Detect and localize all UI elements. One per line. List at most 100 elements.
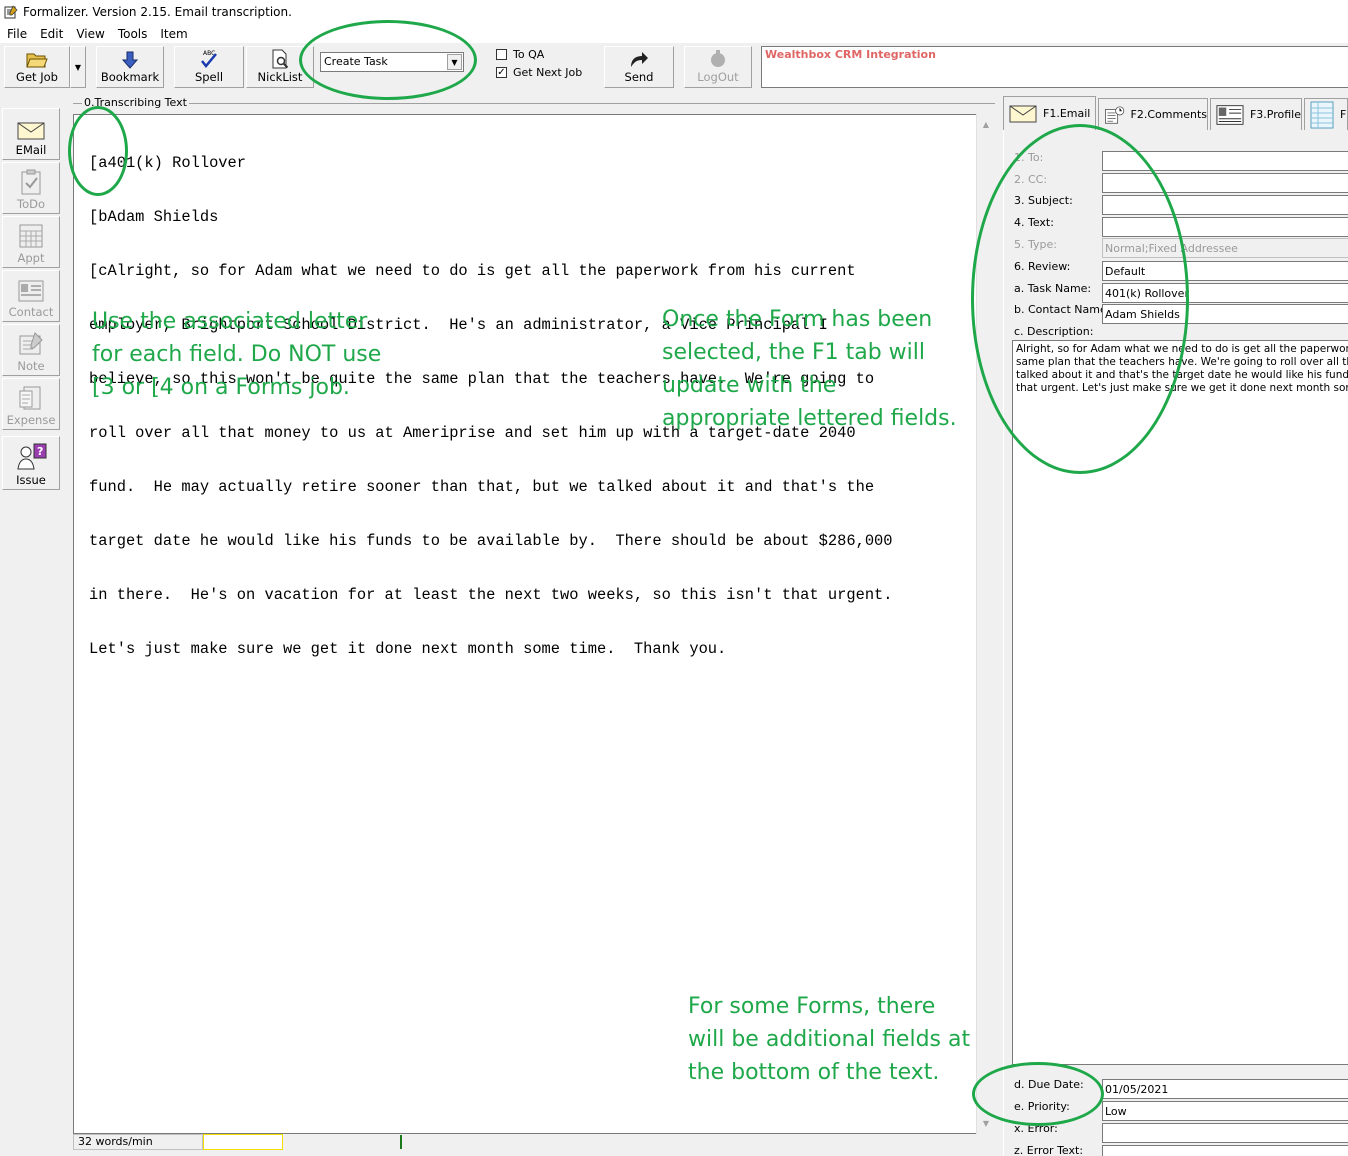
checkmark-icon[interactable]: ✓ [496, 67, 507, 78]
tab-f3-label: F3.Profile [1249, 108, 1301, 121]
tab-f2-comments[interactable]: F2.Comments [1098, 98, 1208, 130]
editor-line: in there. He's on vacation for at least … [89, 586, 893, 604]
menu-file[interactable]: File [0, 27, 33, 41]
menu-tools[interactable]: Tools [111, 27, 154, 41]
receipt-icon [19, 386, 41, 410]
editor-line: [cAlright, so for Adam what we need to d… [89, 262, 856, 280]
envelope-icon [17, 122, 45, 140]
appt-label: Appt [17, 251, 45, 265]
scroll-up-icon[interactable]: ▲ [977, 116, 995, 133]
tab-f4-label: F [1340, 108, 1347, 121]
expense-label: Expense [6, 413, 56, 427]
send-arrow-icon [631, 52, 648, 67]
email-label: EMail [15, 143, 47, 157]
svg-text:?: ? [37, 445, 43, 458]
calendar-icon [19, 224, 43, 248]
issue-button[interactable]: ? Issue [2, 436, 60, 490]
issue-label: Issue [16, 473, 46, 487]
note-button[interactable]: Note [2, 324, 60, 376]
folder-open-icon [26, 53, 48, 68]
bookmark-button[interactable]: Bookmark [96, 46, 164, 88]
get-job-button[interactable]: Get Job [4, 46, 70, 88]
todo-label: ToDo [17, 197, 45, 211]
spellcheck-icon: ABC [201, 50, 217, 68]
menu-edit[interactable]: Edit [33, 27, 69, 41]
priority-field[interactable]: Low [1102, 1101, 1348, 1121]
transcription-editor[interactable]: [a401(k) Rollover [bAdam Shields [cAlrig… [73, 114, 995, 1134]
dropdown-arrow-icon: ▼ [74, 62, 82, 72]
scroll-down-icon[interactable]: ▼ [977, 1115, 995, 1132]
annotation-line: the bottom of the text. [688, 1060, 940, 1085]
expense-button[interactable]: Expense [2, 378, 60, 430]
tab-f3-profile[interactable]: F3.Profile [1210, 98, 1302, 130]
get-next-job-label: Get Next Job [513, 66, 583, 79]
error-text-field[interactable] [1102, 1145, 1348, 1156]
menu-view[interactable]: View [69, 27, 110, 41]
annotation-line: for each field. Do NOT use [92, 342, 382, 367]
crm-integration-box: Wealthbox CRM Integration [761, 46, 1348, 88]
status-highlight-field [203, 1134, 283, 1150]
spell-button[interactable]: ABC Spell [174, 46, 244, 88]
annotation-line: will be additional fields at [688, 1027, 971, 1052]
app-icon [4, 5, 18, 19]
annotation-line: appropriate lettered fields. [662, 406, 957, 431]
window-title: Formalizer. Version 2.15. Email transcri… [23, 5, 292, 19]
menu-bar: File Edit View Tools Item [0, 24, 1348, 43]
highlight-ellipse-extra-fields [972, 1062, 1104, 1126]
annotation-line: For some Forms, there [688, 994, 936, 1019]
profile-card-icon [1216, 104, 1244, 125]
tab-f1-label: F1.Email [1043, 107, 1091, 120]
status-marker [400, 1135, 402, 1149]
annotation-line: selected, the F1 tab will [662, 340, 925, 365]
highlight-ellipse-form-fields [971, 124, 1189, 474]
get-job-dropdown[interactable]: ▼ [70, 46, 86, 88]
to-qa-label: To QA [513, 48, 545, 61]
tab-f2-label: F2.Comments [1130, 108, 1207, 121]
annotation-right: Once the Form has been selected, the F1 … [662, 303, 957, 435]
title-bar: Formalizer. Version 2.15. Email transcri… [0, 0, 1348, 24]
form-grid-icon [1310, 101, 1334, 128]
logout-label: LogOut [697, 70, 739, 84]
issue-question-icon: ? [17, 443, 47, 470]
words-per-minute: 32 words/min [73, 1134, 203, 1150]
editor-line: fund. He may actually retire sooner than… [89, 478, 875, 496]
annotation-line: [3 or [4 on a Forms job. [92, 375, 350, 400]
comments-clock-icon [1105, 105, 1125, 124]
crm-integration-label: Wealthbox CRM Integration [765, 48, 936, 61]
document-search-icon [272, 49, 289, 69]
annotation-left: Use the associated letter for each field… [92, 305, 381, 404]
bookmark-label: Bookmark [100, 70, 160, 84]
tab-f4[interactable]: F [1304, 98, 1348, 130]
editor-line: [bAdam Shields [89, 208, 219, 226]
menu-item[interactable]: Item [153, 27, 193, 41]
annotation-line: Use the associated letter [92, 309, 368, 334]
annotation-line: update with the [662, 373, 837, 398]
get-next-job-checkbox[interactable]: ✓ Get Next Job [496, 66, 582, 79]
contact-button[interactable]: Contact [2, 270, 60, 322]
highlight-ellipse-form-select [299, 20, 477, 100]
contact-card-icon [18, 280, 44, 302]
email-button[interactable]: EMail [2, 108, 60, 160]
send-button[interactable]: Send [604, 46, 674, 88]
editor-group-border [73, 103, 995, 104]
logout-icon [711, 50, 725, 67]
annotation-bottom: For some Forms, there will be additional… [688, 990, 970, 1089]
todo-button[interactable]: ToDo [2, 162, 60, 214]
envelope-icon [1009, 105, 1037, 122]
error-field[interactable] [1102, 1123, 1348, 1143]
note-label: Note [17, 359, 45, 373]
due-date-field[interactable]: 01/05/2021 [1102, 1079, 1348, 1099]
right-panel-tabs: F1.Email F2.Comments F3.Profile F [1003, 96, 1348, 130]
editor-line: Let's just make sure we get it done next… [89, 640, 727, 658]
send-label: Send [624, 70, 654, 84]
to-qa-checkbox[interactable]: To QA [496, 48, 544, 61]
highlight-ellipse-field-letters [68, 106, 128, 196]
spell-label: Spell [194, 70, 224, 84]
checkbox-box[interactable] [496, 49, 507, 60]
editor-line: target date he would like his funds to b… [89, 532, 893, 550]
appt-button[interactable]: Appt [2, 216, 60, 268]
nicklist-label: NickList [257, 70, 303, 84]
logout-button[interactable]: LogOut [684, 46, 752, 88]
note-icon [19, 332, 43, 355]
status-bar: 32 words/min [73, 1134, 995, 1156]
